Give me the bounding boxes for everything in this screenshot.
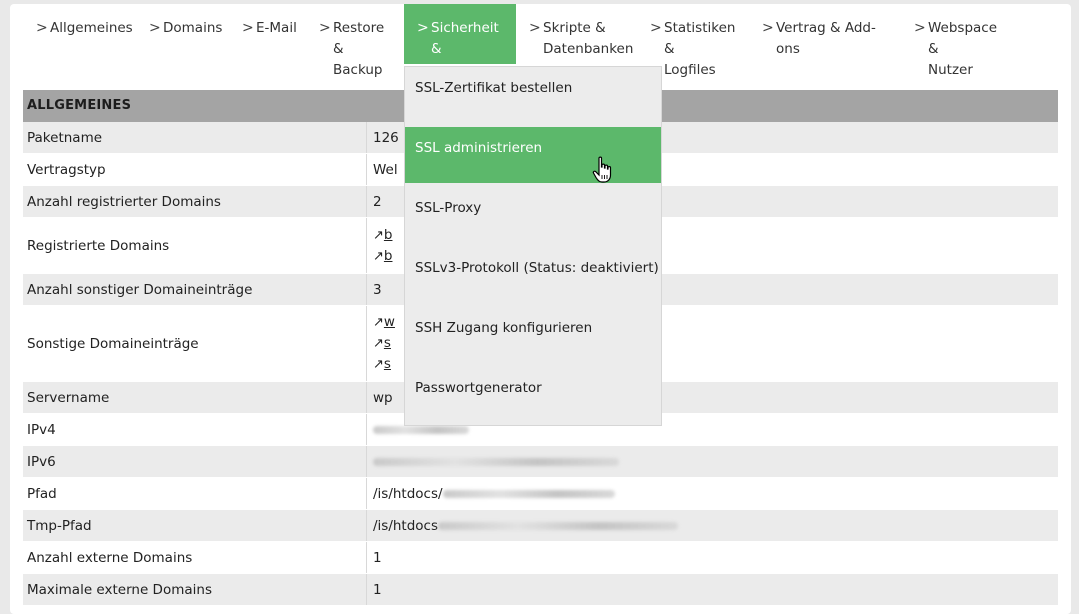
row-label: Anzahl registrierter Domains [23, 186, 367, 217]
chevron-right-icon: > [529, 20, 541, 36]
menu-item-ssl-proxy[interactable]: SSL-Proxy [405, 187, 661, 243]
chevron-right-icon: > [650, 20, 662, 36]
redacted-value [438, 521, 679, 530]
row-value-redacted [367, 446, 1058, 477]
chevron-right-icon: > [417, 20, 429, 36]
table-row: IPv6 [23, 446, 1058, 478]
tab-label: Allgemeines [50, 20, 133, 36]
row-label: IPv6 [23, 446, 367, 477]
domain-link[interactable]: b [384, 227, 393, 243]
tab-label-line2: Logfiles [664, 62, 716, 78]
row-value: 1 [373, 581, 382, 598]
menu-item-ssh-zugang[interactable]: SSH Zugang konfigurieren [405, 307, 661, 363]
row-label: Anzahl sonstiger Domaineinträge [23, 274, 367, 305]
tab-statistiken-logfiles[interactable]: > Statistiken & Logfiles [637, 4, 749, 78]
tab-skripte-datenbanken[interactable]: > Skripte & Datenbanken [516, 4, 637, 64]
tab-webspace-nutzer[interactable]: > Webspace & Nutzer [901, 4, 1011, 78]
tab-label: Sicherheit & [431, 20, 499, 57]
tab-email[interactable]: > E-Mail [229, 4, 306, 64]
row-label: Vertragstyp [23, 154, 367, 185]
menu-item-sslv3-protokoll[interactable]: SSLv3-Protokoll (Status: deaktiviert) [405, 247, 661, 303]
tab-label: Domains [163, 20, 223, 36]
table-row: Pfad /is/htdocs/ [23, 478, 1058, 510]
row-label: Registrierte Domains [23, 218, 367, 273]
row-label: IPv4 [23, 414, 367, 445]
redacted-value [442, 489, 615, 498]
menu-item-ssl-zertifikat-bestellen[interactable]: SSL-Zertifikat bestellen [405, 67, 661, 123]
row-label: Sonstige Domaineinträge [23, 306, 367, 381]
external-link-arrow-icon: ↗ [373, 248, 384, 264]
tab-sicherheit-ssl[interactable]: > Sicherheit & SSL [404, 4, 516, 78]
chevron-right-icon: > [36, 20, 48, 36]
tab-label: Skripte & [543, 20, 606, 36]
path-value: /is/htdocs/ [373, 485, 443, 502]
redacted-value [373, 457, 619, 466]
external-link-arrow-icon: ↗ [373, 336, 384, 351]
row-label: Maximale externe Domains [23, 574, 367, 605]
table-row: Maximale externe Domains 1 [23, 574, 1058, 606]
external-link-arrow-icon: ↗ [373, 315, 384, 330]
menu-item-passwortgenerator[interactable]: Passwortgenerator [405, 367, 661, 423]
row-label: Tmp-Pfad [23, 510, 367, 541]
row-label: Servername [23, 382, 367, 413]
chevron-right-icon: > [319, 20, 331, 36]
security-ssl-dropdown-menu: SSL-Zertifikat bestellen SSL administrie… [404, 66, 662, 426]
row-value: /is/htdocs [367, 510, 1058, 541]
menu-item-ssl-administrieren[interactable]: SSL administrieren [405, 127, 661, 183]
tab-vertrag-addons[interactable]: > Vertrag & Add-ons [749, 4, 901, 64]
tab-label: Statistiken & [664, 20, 736, 57]
domain-link[interactable]: b [384, 248, 393, 264]
tab-label-line2: Backup [333, 62, 383, 78]
tab-label: Webspace & [928, 20, 998, 57]
tab-label: Vertrag & Add-ons [776, 20, 876, 57]
row-label: Pfad [23, 478, 367, 509]
row-value: 1 [373, 549, 382, 566]
tab-domains[interactable]: > Domains [136, 4, 229, 64]
row-label: Paketname [23, 122, 367, 153]
external-link-arrow-icon: ↗ [373, 227, 384, 243]
domain-link[interactable]: w [384, 314, 395, 330]
tab-label-line2: Nutzer [928, 62, 973, 78]
tab-allgemeines[interactable]: > Allgemeines [23, 4, 136, 64]
main-navigation: > Allgemeines > Domains > E-Mail > Resto… [23, 4, 1058, 78]
tab-label: E-Mail [256, 20, 297, 36]
domain-link[interactable]: s [384, 335, 391, 351]
external-link-arrow-icon: ↗ [373, 357, 384, 372]
hand-pointer-icon [592, 156, 612, 183]
table-row: Tmp-Pfad /is/htdocs [23, 510, 1058, 542]
tab-label-line2: Datenbanken [543, 41, 634, 57]
table-row: Anzahl externe Domains 1 [23, 542, 1058, 574]
domain-link[interactable]: s [384, 356, 391, 372]
tmp-path-value: /is/htdocs [373, 517, 439, 534]
row-value: /is/htdocs/ [367, 478, 1058, 509]
row-label: Anzahl externe Domains [23, 542, 367, 573]
chevron-right-icon: > [914, 20, 926, 36]
chevron-right-icon: > [149, 20, 161, 36]
chevron-right-icon: > [242, 20, 254, 36]
tab-label: Restore & [333, 20, 385, 57]
tab-restore-backup[interactable]: > Restore & Backup [306, 4, 404, 78]
redacted-value [373, 425, 469, 434]
chevron-right-icon: > [762, 20, 774, 36]
